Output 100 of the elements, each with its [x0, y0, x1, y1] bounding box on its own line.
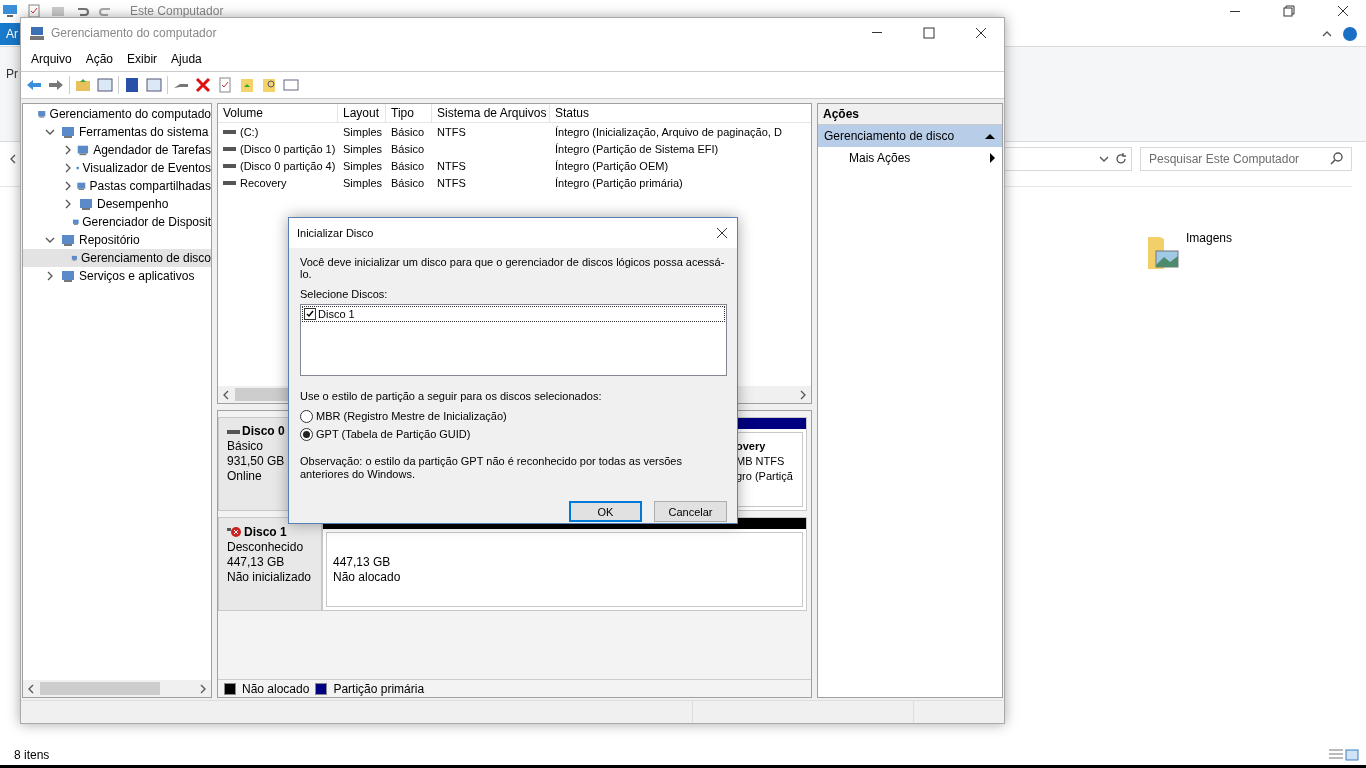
back-icon[interactable]: [8, 154, 18, 164]
menu-item[interactable]: Ação: [79, 50, 120, 68]
menu-item[interactable]: Ajuda: [165, 50, 208, 68]
tree-item[interactable]: Repositório: [23, 231, 211, 249]
note-text: Observação: o estilo da partição GPT não é reconhecido por todas as versões anteriores do Windows.: [300, 455, 683, 481]
minimize-icon: [872, 32, 882, 33]
disk-info: Básico: [227, 439, 265, 454]
table-cell: (C:): [240, 125, 259, 138]
action-item[interactable]: Mais Ações: [818, 147, 1002, 169]
expander-icon[interactable]: [45, 127, 55, 137]
panel-icon[interactable]: [96, 76, 114, 94]
restore-icon: [1282, 4, 1296, 18]
tree-item[interactable]: Desempenho: [23, 195, 211, 213]
tree-item[interactable]: Pastas compartilhadas: [23, 177, 211, 195]
tree-label: Serviços e aplicativos: [79, 269, 195, 283]
tool-icon: [60, 232, 76, 248]
disk-info: Desconhecido: [227, 540, 305, 555]
delete-icon[interactable]: [194, 76, 212, 94]
radio-button[interactable]: [300, 409, 313, 423]
scroll-left-icon[interactable]: [26, 683, 36, 694]
scroll-left-icon[interactable]: [221, 389, 231, 400]
table-cell: (Disco 0 partição 1): [240, 142, 336, 155]
search-field[interactable]: Pesquisar Este Computador: [1140, 147, 1352, 171]
disk-name: Disco 1: [244, 524, 287, 540]
status-text: 8 itens: [14, 748, 50, 762]
collapse-ribbon-icon[interactable]: [1322, 29, 1332, 39]
tool-icon: [60, 124, 76, 140]
list-label: Selecione Discos:: [300, 288, 388, 300]
close-button[interactable]: [715, 226, 729, 240]
checklist-icon[interactable]: [216, 76, 234, 94]
folder-search-icon[interactable]: [260, 76, 278, 94]
expander-icon[interactable]: [63, 145, 73, 155]
tree-item[interactable]: Gerenciamento de disco: [23, 249, 211, 267]
menu-item[interactable]: Exibir: [121, 50, 164, 68]
legend-label: Partição primária: [333, 681, 425, 696]
expander-icon[interactable]: [63, 181, 73, 191]
collapse-icon: [984, 131, 996, 141]
table-cell-text: Básico: [390, 142, 426, 155]
partition-block[interactable]: 447,13 GB Não alocado: [322, 517, 807, 611]
disk-name: Disco 0: [242, 424, 285, 439]
tree-item[interactable]: Visualizador de Eventos: [23, 159, 211, 177]
tool-icon: [60, 268, 76, 284]
expander-icon[interactable]: [63, 199, 73, 209]
table-cell-text: Básico: [390, 125, 426, 138]
tree-label: Pastas compartilhadas: [89, 179, 211, 193]
computer-icon: [2, 3, 18, 19]
disk-option-label[interactable]: Disco 1: [318, 308, 355, 320]
column-header[interactable]: Status: [550, 104, 811, 122]
column-header[interactable]: Volume: [218, 104, 338, 122]
expander-icon[interactable]: [45, 235, 55, 245]
tool-icon: [78, 196, 94, 212]
folder-label[interactable]: Imagens: [1185, 231, 1232, 245]
disk-error-icon: [227, 524, 242, 540]
search-icon: [1329, 151, 1345, 167]
tree-item[interactable]: Gerenciador de Disposit: [23, 213, 211, 231]
dialog-button[interactable]: Cancelar: [654, 501, 727, 522]
table-cell-text: Íntegro (Inicialização, Arquivo de paginação, D: [554, 125, 783, 138]
menu-item[interactable]: Arquivo: [25, 50, 78, 68]
column-header[interactable]: Layout: [338, 104, 386, 122]
expander-icon[interactable]: [63, 163, 73, 173]
style-label: Use o estilo de partição a seguir para os discos selecionados:: [300, 390, 602, 402]
scroll-right-icon[interactable]: [198, 683, 208, 694]
close-icon: [974, 25, 988, 40]
tree-label: Ferramentas do sistema: [79, 125, 209, 139]
tree-label: Gerenciamento de disco: [80, 251, 211, 265]
radio-label[interactable]: GPT (Tabela de Partição GUID): [316, 428, 471, 440]
radio-button[interactable]: [300, 427, 313, 441]
ribbon-tab[interactable]: Ar: [0, 23, 22, 45]
tree-label: Gerenciador de Disposit: [82, 215, 211, 229]
tree-item[interactable]: Serviços e aplicativos: [23, 267, 211, 285]
tree-item[interactable]: Ferramentas do sistema: [23, 123, 211, 141]
tree-label: Agendador de Tarefas: [93, 143, 211, 157]
tree-item[interactable]: Agendador de Tarefas: [23, 141, 211, 159]
scrollbar-thumb[interactable]: [40, 682, 160, 695]
table-cell-text: Básico: [390, 176, 426, 189]
scrollbar[interactable]: [23, 680, 211, 697]
disk-list[interactable]: Disco 1: [300, 304, 727, 376]
dialog-title: Inicializar Disco: [297, 227, 374, 239]
scroll-right-icon[interactable]: [798, 389, 808, 400]
column-header[interactable]: Tipo: [386, 104, 432, 122]
column-header[interactable]: Sistema de Arquivos: [432, 104, 550, 122]
actions-section[interactable]: Gerenciamento de disco: [818, 125, 1002, 147]
radio-label[interactable]: MBR (Registro Mestre de Inicialização): [316, 410, 507, 422]
table-cell-text: Simples: [342, 176, 384, 189]
partition-info: 447,13 GB: [333, 555, 391, 570]
checkbox[interactable]: [304, 308, 316, 320]
minimize-icon: [1230, 10, 1240, 12]
dialog-button[interactable]: OK: [569, 501, 642, 522]
tree-label: Gerenciamento do computado: [49, 107, 211, 121]
tree-item[interactable]: Gerenciamento do computado: [23, 105, 211, 123]
tree-label: Repositório: [79, 233, 140, 247]
window-title: Gerenciamento do computador: [51, 25, 217, 40]
table-cell-text: Simples: [342, 125, 384, 138]
table-cell-text: Simples: [342, 159, 384, 172]
actions-title: Ações: [818, 104, 1002, 125]
legend-label: Não alocado: [242, 681, 310, 696]
dropdown-icon[interactable]: [1099, 154, 1109, 164]
expander-icon[interactable]: [45, 271, 55, 281]
window-title: Este Computador: [130, 4, 224, 18]
disk-info: 447,13 GB: [227, 555, 286, 570]
